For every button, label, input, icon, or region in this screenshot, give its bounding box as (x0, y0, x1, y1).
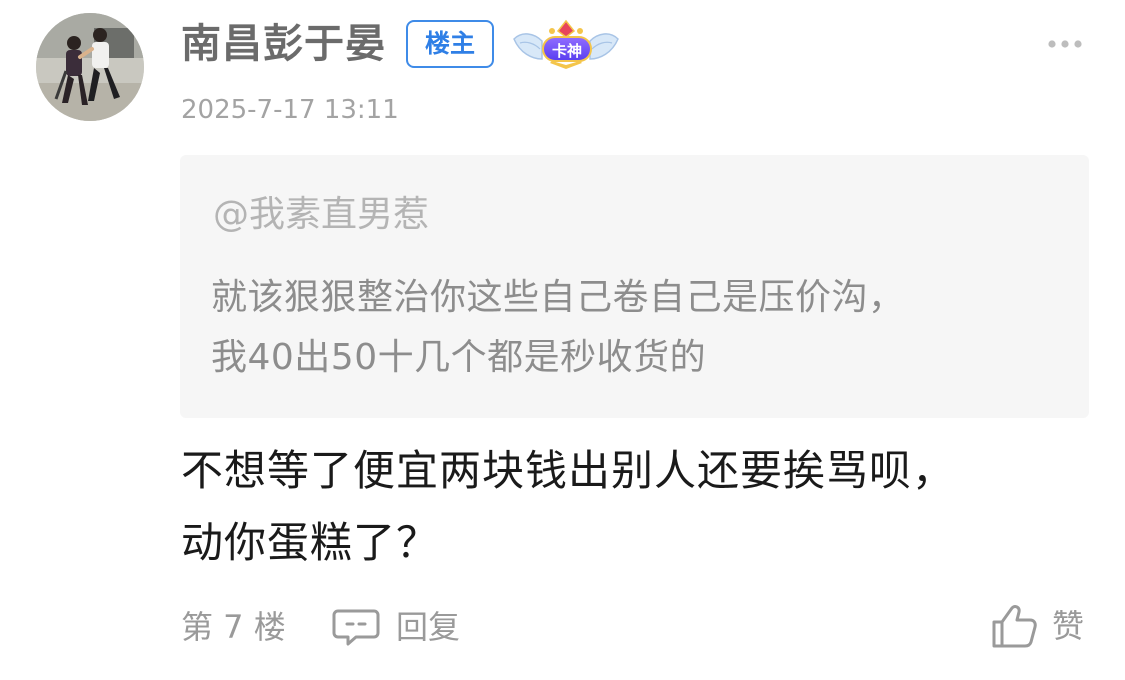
card-badge[interactable]: 卡神 (510, 17, 622, 71)
quote-text: 就该狠狠整治你这些自己卷自己是压价沟， 我40出50十几个都是秒收货的 (211, 268, 1071, 388)
forum-post: 南昌彭于晏 楼主 卡神 2025-7-17 13:11 @我素直男惹 就该狠狠整… (0, 0, 1125, 680)
comment-body: 不想等了便宜两块钱出别人还要挨骂呗， 动你蛋糕了？ (181, 435, 1081, 579)
quote-author[interactable]: @我素直男惹 (213, 193, 429, 237)
op-badge: 楼主 (406, 20, 494, 68)
avatar[interactable] (36, 13, 144, 121)
more-dots-icon[interactable] (1045, 34, 1085, 54)
username[interactable]: 南昌彭于晏 (181, 19, 386, 69)
comment-line: 动你蛋糕了？ (181, 518, 440, 567)
reply-button[interactable]: 回复 (332, 604, 460, 650)
quoted-reply[interactable]: @我素直男惹 就该狠狠整治你这些自己卷自己是压价沟， 我40出50十几个都是秒收… (180, 155, 1089, 418)
post-timestamp: 2025-7-17 13:11 (181, 95, 399, 125)
quote-line: 我40出50十几个都是秒收货的 (211, 337, 707, 378)
reply-label: 回复 (396, 608, 461, 646)
like-label: 赞 (1052, 607, 1085, 645)
quote-line: 就该狠狠整治你这些自己卷自己是压价沟， (211, 277, 905, 318)
like-button[interactable]: 赞 (990, 600, 1084, 652)
thumbs-up-icon (992, 605, 1037, 648)
comment-line: 不想等了便宜两块钱出别人还要挨骂呗， (181, 446, 956, 495)
comment-bubble-icon (332, 609, 380, 646)
floor-number: 第 7 楼 (181, 608, 286, 646)
card-badge-label: 卡神 (542, 36, 592, 62)
